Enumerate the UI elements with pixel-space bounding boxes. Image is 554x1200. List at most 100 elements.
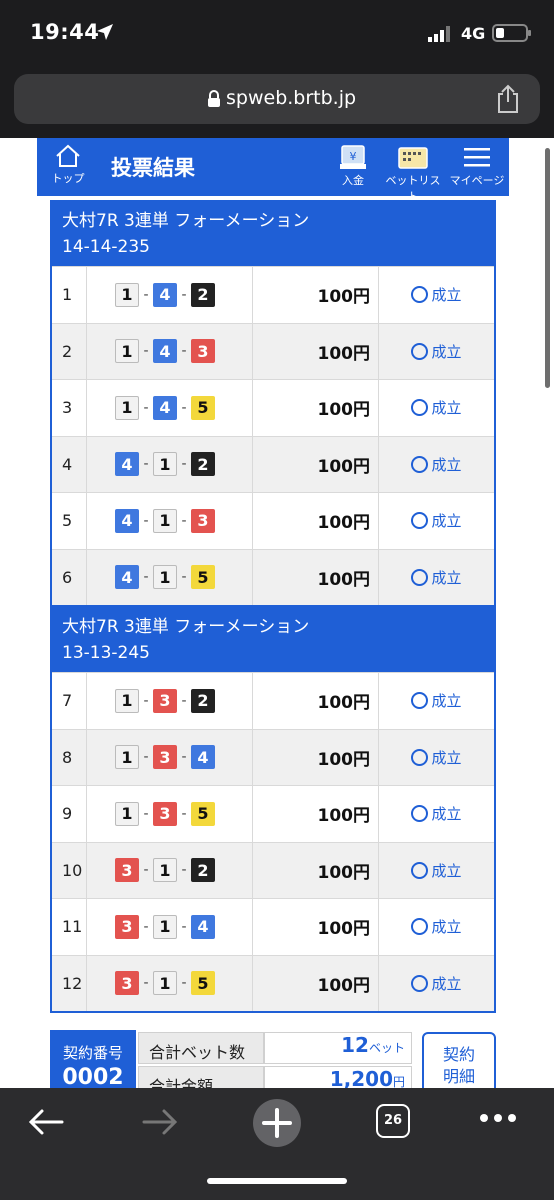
circle-icon bbox=[411, 974, 429, 992]
boat-number-badge: 1 bbox=[153, 858, 177, 883]
bet-amount: 100円 bbox=[252, 673, 378, 729]
bet-status: 成立 bbox=[378, 380, 494, 436]
bet-status-label: 成立 bbox=[431, 861, 462, 880]
circle-icon bbox=[411, 342, 429, 360]
boat-number-badge: 1 bbox=[115, 801, 139, 826]
circle-icon bbox=[411, 568, 429, 586]
total-amount-unit: 円 bbox=[392, 1075, 405, 1088]
bet-combination: 4-1-3 bbox=[86, 493, 252, 549]
combo-separator: - bbox=[143, 749, 149, 766]
bet-status-label: 成立 bbox=[431, 748, 462, 767]
betlist-button[interactable]: ベットリスト bbox=[385, 144, 441, 204]
bet-status: 成立 bbox=[378, 493, 494, 549]
boat-number-badge: 1 bbox=[115, 339, 139, 364]
boat-number-badge: 3 bbox=[115, 971, 139, 996]
contract-detail-label-1: 契約 bbox=[442, 1045, 475, 1064]
address-bar[interactable]: spweb.brtb.jp bbox=[14, 74, 540, 124]
network-type: 4G bbox=[461, 24, 486, 43]
bet-status-label: 成立 bbox=[431, 399, 462, 418]
forward-arrow-icon[interactable] bbox=[140, 1106, 180, 1138]
bet-row: 10 3-1-2 100円 成立 bbox=[52, 841, 494, 898]
house-icon bbox=[56, 144, 80, 167]
menu-icon bbox=[464, 148, 490, 167]
bet-row: 5 4-1-3 100円 成立 bbox=[52, 492, 494, 549]
location-arrow-icon bbox=[97, 24, 113, 40]
bet-status-label: 成立 bbox=[431, 286, 462, 305]
contract-detail-label-2: 明細 bbox=[442, 1067, 475, 1086]
bet-combination: 1-4-2 bbox=[86, 267, 252, 323]
bet-summary: 契約番号 0002 合計ベット数 12ベット 合計金額 1,200円 契約 明細 bbox=[50, 1030, 500, 1088]
total-amount-label: 合計金額 bbox=[138, 1066, 264, 1088]
boat-number-badge: 4 bbox=[153, 282, 177, 307]
combo-separator: - bbox=[143, 399, 149, 416]
combo-separator: - bbox=[143, 286, 149, 303]
total-bets-unit: ベット bbox=[368, 1041, 405, 1055]
home-button[interactable]: トップ bbox=[47, 144, 89, 192]
bet-amount: 100円 bbox=[252, 955, 378, 1011]
boat-number-badge: 3 bbox=[191, 339, 215, 364]
boat-number-badge: 2 bbox=[191, 452, 215, 477]
combo-separator: - bbox=[143, 343, 149, 360]
home-indicator[interactable] bbox=[207, 1178, 347, 1184]
bet-status: 成立 bbox=[378, 786, 494, 842]
bet-number: 5 bbox=[62, 511, 73, 531]
deposit-icon: ¥ bbox=[340, 145, 366, 169]
total-amount-number: 1,200 bbox=[329, 1067, 393, 1088]
bet-row: 9 1-3-5 100円 成立 bbox=[52, 785, 494, 842]
boat-number-badge: 1 bbox=[115, 395, 139, 420]
combo-separator: - bbox=[143, 512, 149, 529]
bet-status-label: 成立 bbox=[431, 342, 462, 361]
boat-number-badge: 3 bbox=[115, 914, 139, 939]
url-text: spweb.brtb.jp bbox=[226, 87, 357, 109]
back-arrow-icon[interactable] bbox=[26, 1106, 66, 1138]
page-scrollbar[interactable] bbox=[545, 148, 550, 388]
share-icon[interactable] bbox=[494, 84, 522, 114]
bet-row: 8 1-3-4 100円 成立 bbox=[52, 728, 494, 785]
combo-separator: - bbox=[181, 862, 187, 879]
circle-icon bbox=[411, 455, 429, 473]
bet-group-header: 大村7R 3連単 フォーメーション 14-14-235 bbox=[52, 202, 494, 266]
bet-number: 6 bbox=[62, 567, 73, 587]
combo-separator: - bbox=[181, 975, 187, 992]
bet-group-title: 大村7R 3連単 フォーメーション bbox=[62, 211, 310, 231]
total-bets-value: 12ベット bbox=[264, 1032, 412, 1064]
combo-separator: - bbox=[181, 456, 187, 473]
circle-icon bbox=[411, 748, 429, 766]
bet-amount: 100円 bbox=[252, 729, 378, 785]
boat-number-badge: 1 bbox=[153, 914, 177, 939]
mypage-label: マイページ bbox=[449, 174, 505, 187]
bet-amount: 100円 bbox=[252, 436, 378, 492]
tabs-count-icon[interactable]: 26 bbox=[376, 1104, 410, 1138]
bet-status-label: 成立 bbox=[431, 455, 462, 474]
bet-status: 成立 bbox=[378, 549, 494, 605]
bet-status-label: 成立 bbox=[431, 568, 462, 587]
contract-detail-button[interactable]: 契約 明細 bbox=[422, 1032, 496, 1088]
bet-combination: 4-1-2 bbox=[86, 436, 252, 492]
clock: 19:44 bbox=[30, 20, 100, 44]
combo-separator: - bbox=[181, 569, 187, 586]
combo-separator: - bbox=[143, 918, 149, 935]
bet-row: 12 3-1-5 100円 成立 bbox=[52, 954, 494, 1011]
boat-number-badge: 1 bbox=[153, 508, 177, 533]
combo-separator: - bbox=[181, 805, 187, 822]
bet-number: 1 bbox=[62, 285, 73, 305]
combo-separator: - bbox=[181, 512, 187, 529]
new-tab-plus-icon[interactable] bbox=[252, 1098, 302, 1148]
boat-number-badge: 3 bbox=[153, 801, 177, 826]
contract-number-box: 契約番号 0002 bbox=[50, 1030, 136, 1088]
bet-combination: 3-1-5 bbox=[86, 955, 252, 1011]
boat-number-badge: 1 bbox=[153, 452, 177, 477]
bet-status-label: 成立 bbox=[431, 692, 462, 711]
boat-number-badge: 4 bbox=[115, 452, 139, 477]
combo-separator: - bbox=[181, 399, 187, 416]
deposit-button[interactable]: ¥ 入金 bbox=[333, 144, 373, 188]
bet-number: 8 bbox=[62, 747, 73, 767]
contract-number: 0002 bbox=[62, 1065, 124, 1088]
bet-row: 3 1-4-5 100円 成立 bbox=[52, 379, 494, 436]
mypage-button[interactable]: マイページ bbox=[447, 144, 507, 188]
more-dots-icon[interactable] bbox=[478, 1112, 518, 1124]
circle-icon bbox=[411, 861, 429, 879]
bet-combination: 3-1-2 bbox=[86, 842, 252, 898]
boat-number-badge: 3 bbox=[191, 508, 215, 533]
bet-combination: 4-1-5 bbox=[86, 549, 252, 605]
